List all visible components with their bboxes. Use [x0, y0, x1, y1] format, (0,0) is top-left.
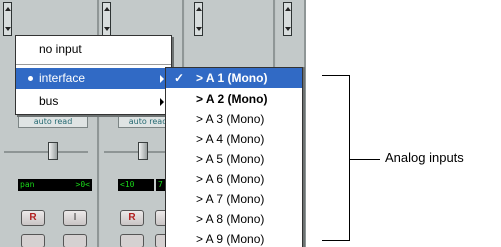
submenu-item-label: > A 1 (Mono) [196, 71, 268, 85]
menu-separator [16, 64, 171, 65]
submenu-arrow-icon [160, 98, 164, 106]
submenu-item-a9[interactable]: > A 9 (Mono) [166, 229, 302, 247]
submenu-arrow-icon [160, 75, 164, 83]
callout-bracket [322, 75, 350, 241]
io-selector-button[interactable] [194, 2, 203, 36]
selected-dot-icon [28, 76, 33, 81]
input-monitor-button[interactable]: I [63, 210, 87, 226]
io-selector-button[interactable] [3, 2, 12, 36]
submenu-item-label: > A 5 (Mono) [196, 152, 265, 166]
submenu-item-a5[interactable]: > A 5 (Mono) [166, 149, 302, 169]
submenu-item-label: > A 9 (Mono) [196, 232, 265, 246]
record-enable-button[interactable]: R [120, 210, 144, 226]
submenu-item-a3[interactable]: > A 3 (Mono) [166, 109, 302, 129]
mute-button[interactable] [63, 234, 87, 247]
pan-slider-track [4, 151, 88, 153]
submenu-item-label: > A 8 (Mono) [196, 212, 265, 226]
menu-item-label: no input [39, 42, 82, 56]
io-selector-button[interactable] [102, 2, 111, 36]
io-selector-button[interactable] [283, 2, 292, 36]
menu-item-interface[interactable]: interface [16, 68, 171, 89]
menu-item-bus[interactable]: bus [16, 91, 171, 112]
callout-leader-line [350, 159, 380, 160]
menu-item-no-input[interactable]: no input [16, 39, 171, 60]
submenu-item-a2[interactable]: > A 2 (Mono) [166, 89, 302, 109]
submenu-item-a6[interactable]: > A 6 (Mono) [166, 169, 302, 189]
submenu-item-label: > A 3 (Mono) [196, 112, 265, 126]
pan-readout: <10 [118, 179, 154, 191]
submenu-item-label: > A 6 (Mono) [196, 172, 265, 186]
submenu-item-a7[interactable]: > A 7 (Mono) [166, 189, 302, 209]
pan-slider-knob[interactable] [48, 142, 58, 160]
menu-item-label: interface [39, 71, 86, 85]
submenu-item-label: > A 2 (Mono) [196, 92, 268, 106]
solo-button[interactable] [21, 234, 45, 247]
menu-item-label: bus [39, 94, 59, 108]
input-popup-menu: no input interface bus [15, 35, 172, 115]
interface-submenu: ✓ > A 1 (Mono) > A 2 (Mono) > A 3 (Mono)… [165, 67, 303, 247]
automation-mode[interactable]: auto read [18, 116, 88, 128]
submenu-item-label: > A 4 (Mono) [196, 132, 265, 146]
submenu-item-a1[interactable]: ✓ > A 1 (Mono) [166, 68, 302, 88]
solo-button[interactable] [120, 234, 144, 247]
callout-label: Analog inputs [385, 150, 464, 165]
record-enable-button[interactable]: R [21, 210, 45, 226]
pan-label: pan [18, 179, 58, 191]
submenu-item-a4[interactable]: > A 4 (Mono) [166, 129, 302, 149]
submenu-item-label: > A 7 (Mono) [196, 192, 265, 206]
pan-readout: >0< [58, 179, 92, 191]
pan-slider-knob[interactable] [138, 142, 148, 160]
submenu-item-a8[interactable]: > A 8 (Mono) [166, 209, 302, 229]
checkmark-icon: ✓ [174, 71, 185, 85]
